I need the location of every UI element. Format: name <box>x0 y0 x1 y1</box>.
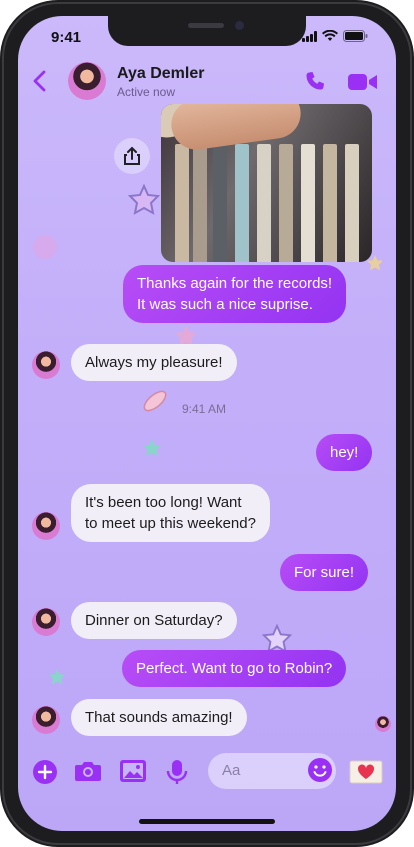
record-sleeve <box>345 144 359 262</box>
phone-frame: 9:41 Aya Demler Active now Thanks again … <box>0 0 414 847</box>
record-sleeve <box>301 144 315 262</box>
read-receipt-avatar <box>375 716 391 732</box>
speaker <box>188 23 224 28</box>
message-text-line: It's been too long! Want <box>85 494 242 511</box>
contact-name[interactable]: Aya Demler <box>117 65 204 83</box>
smiley-icon[interactable] <box>307 757 333 783</box>
shared-photo-records[interactable] <box>161 104 372 262</box>
message-outgoing[interactable]: Perfect. Want to go to Robin? <box>122 650 347 687</box>
record-sleeve <box>175 144 189 262</box>
composer-bar: Aa <box>18 749 396 799</box>
feather-sticker <box>143 390 167 412</box>
share-button[interactable] <box>114 138 150 174</box>
message-text-line: to meet up this weekend? <box>85 515 256 532</box>
video-camera-icon[interactable] <box>348 72 378 92</box>
image-icon[interactable] <box>119 759 147 783</box>
chat-header: Aya Demler Active now <box>18 62 396 106</box>
share-icon <box>124 146 140 165</box>
star-sticker <box>128 184 160 215</box>
status-icons <box>302 30 368 42</box>
message-text-line: It was such a nice suprise. <box>137 296 313 313</box>
message-input-placeholder: Aa <box>222 762 241 779</box>
chat-screen: 9:41 Aya Demler Active now Thanks again … <box>18 16 396 831</box>
wifi-icon <box>322 30 338 41</box>
star-sticker <box>49 669 65 685</box>
camera-icon[interactable] <box>74 759 102 783</box>
status-time: 9:41 <box>51 29 82 46</box>
message-outgoing[interactable]: hey! <box>316 434 373 471</box>
contact-avatar-small <box>32 512 60 540</box>
message-outgoing[interactable]: Thanks again for the records! It was suc… <box>123 265 347 323</box>
heart-envelope-icon[interactable] <box>349 759 383 785</box>
contact-avatar-small <box>32 706 60 734</box>
record-sleeve <box>257 144 271 262</box>
signal-icon <box>302 30 317 42</box>
contact-avatar-small <box>32 608 60 636</box>
message-incoming[interactable]: Dinner on Saturday? <box>71 602 237 639</box>
message-timestamp: 9:41 AM <box>182 402 227 416</box>
star-sticker <box>143 439 161 457</box>
message-outgoing[interactable]: For sure! <box>280 554 369 591</box>
plus-circle-icon[interactable] <box>32 759 58 785</box>
front-camera <box>235 21 244 30</box>
flower-sticker <box>33 235 57 259</box>
message-incoming[interactable]: It's been too long! Want to meet up this… <box>71 484 270 542</box>
record-sleeve <box>279 144 293 262</box>
contact-avatar-small <box>32 351 60 379</box>
microphone-icon[interactable] <box>166 759 188 785</box>
message-incoming[interactable]: That sounds amazing! <box>71 699 247 736</box>
contact-avatar[interactable] <box>68 62 106 100</box>
presence-status: Active now <box>117 85 176 99</box>
notch <box>108 16 306 46</box>
record-sleeve <box>193 144 207 262</box>
battery-icon <box>343 30 368 42</box>
record-sleeve <box>323 144 337 262</box>
chevron-left-icon[interactable] <box>32 70 48 92</box>
record-sleeve <box>213 144 227 262</box>
record-sleeve <box>235 144 249 262</box>
message-incoming[interactable]: Always my pleasure! <box>71 344 237 381</box>
home-indicator <box>139 819 275 824</box>
message-text-line: Thanks again for the records! <box>137 275 333 292</box>
phone-icon[interactable] <box>304 70 328 94</box>
